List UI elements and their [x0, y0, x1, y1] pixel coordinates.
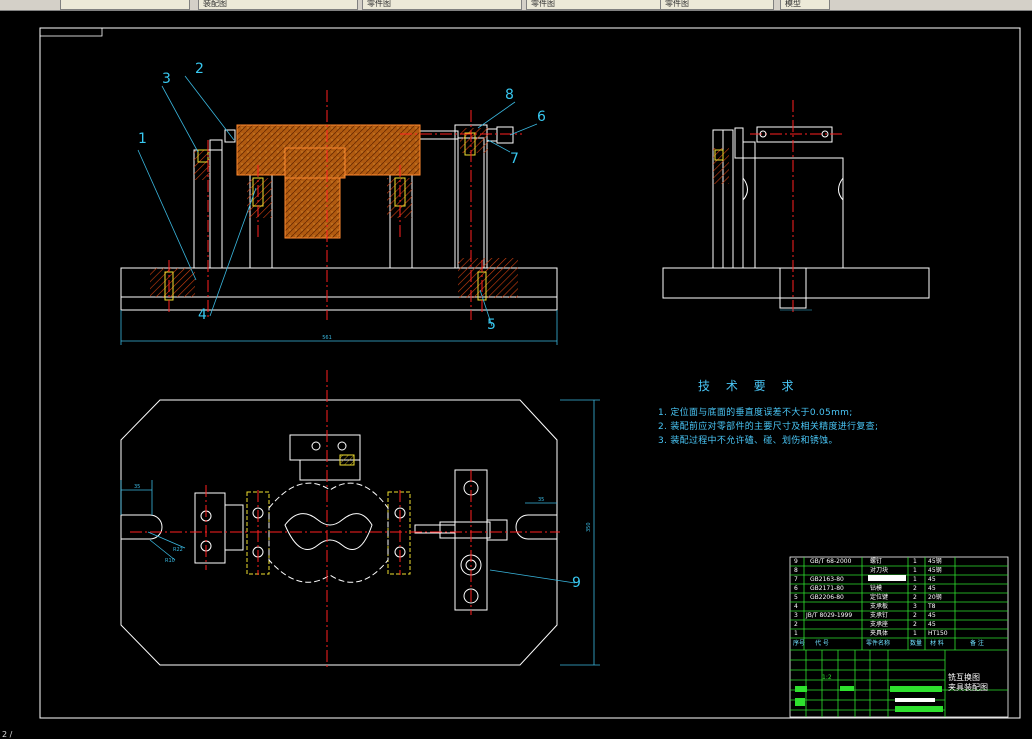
tab-5[interactable]: 模型	[780, 0, 830, 10]
header-code: 代 号	[815, 640, 829, 647]
part-name: 支承座	[870, 621, 889, 628]
part-qty: 1	[913, 558, 917, 565]
tab-0[interactable]	[60, 0, 190, 10]
part-qty: 2	[913, 585, 917, 592]
radius-b-dimension: R10	[165, 558, 175, 564]
tab-3[interactable]: 零件图	[526, 0, 661, 10]
part-no: 9	[794, 558, 798, 565]
side-view	[662, 100, 930, 315]
part-material: 45钢	[928, 567, 942, 574]
callout-3: 3	[162, 71, 171, 87]
part-material: 45	[928, 621, 936, 628]
part-code: GB2163-80	[810, 576, 844, 583]
part-qty: 3	[913, 603, 917, 610]
radius-a-dimension: R22	[173, 547, 183, 553]
part-name: 螺钉	[870, 558, 883, 565]
part-material: 20钢	[928, 594, 942, 601]
tab-2[interactable]: 零件图	[362, 0, 522, 10]
tab-bar: 装配图 零件图 零件图 零件图 模型	[0, 0, 1032, 11]
callout-5: 5	[487, 317, 496, 333]
tab-4[interactable]: 零件图	[660, 0, 774, 10]
callout-1: 1	[138, 131, 147, 147]
cad-drawing-canvas[interactable]: 5 6 1 350 35 35 R22 R10	[0, 11, 1032, 738]
scale: 1:2	[822, 674, 832, 681]
part-code: GB/T 68-2000	[810, 558, 852, 565]
part-name: 支承板	[870, 603, 889, 610]
part-qty: 2	[913, 594, 917, 601]
part-no: 8	[794, 567, 798, 574]
front-view	[120, 75, 558, 345]
right-offset-dimension: 35	[538, 497, 544, 503]
top-height-dimension: 350	[586, 522, 592, 532]
tech-item-2: 2. 装配前应对零部件的主要尺寸及相关精度进行复查;	[658, 422, 879, 432]
part-no: 1	[794, 630, 798, 637]
part-material: 45钢	[928, 558, 942, 565]
part-material: 45	[928, 612, 936, 619]
part-code: JB/T 8029-1999	[806, 612, 853, 619]
tech-title: 技 术 要 求	[698, 379, 800, 393]
part-no: 6	[794, 585, 798, 592]
callout-8: 8	[505, 87, 514, 103]
front-width-dimension: 561	[322, 335, 332, 341]
header-qty: 数量	[910, 640, 923, 647]
callout-6: 6	[537, 109, 546, 125]
part-name: 钻模	[870, 585, 883, 592]
header-remark: 备 注	[970, 640, 984, 647]
tech-item-1: 1. 定位面与底面的垂直度误差不大于0.05mm;	[658, 408, 853, 418]
left-offset-dimension: 35	[134, 484, 140, 490]
part-material: 45	[928, 585, 936, 592]
drawing-name-line2: 夹具装配图	[948, 683, 988, 692]
part-name: 夹具体	[870, 630, 889, 637]
part-qty: 1	[913, 576, 917, 583]
callout-2: 2	[195, 61, 204, 77]
tech-item-3: 3. 装配过程中不允许磕、碰、划伤和锈蚀。	[658, 436, 838, 446]
part-no: 3	[794, 612, 798, 619]
part-material: HT150	[928, 630, 948, 637]
part-qty: 2	[913, 621, 917, 628]
part-qty: 2	[913, 612, 917, 619]
part-material: T8	[928, 603, 936, 610]
callout-4: 4	[198, 307, 207, 323]
top-view	[120, 370, 600, 668]
part-no: 2	[794, 621, 798, 628]
header-no: 序号	[793, 640, 806, 647]
part-qty: 1	[913, 567, 917, 574]
part-qty: 1	[913, 630, 917, 637]
part-name: 对刀块	[870, 567, 889, 574]
header-name: 零件名称	[866, 640, 891, 647]
part-no: 4	[794, 603, 798, 610]
part-name: 定位键	[870, 594, 889, 601]
part-code: GB2171-80	[810, 585, 844, 592]
callout-7: 7	[510, 151, 519, 167]
part-code: GB2206-80	[810, 594, 844, 601]
part-no: 7	[794, 576, 798, 583]
header-material: 材 料	[930, 640, 944, 647]
tab-1[interactable]: 装配图	[198, 0, 358, 10]
part-material: 45	[928, 576, 936, 583]
part-no: 5	[794, 594, 798, 601]
part-name: 支承钉	[870, 612, 889, 619]
callout-9: 9	[572, 575, 581, 591]
